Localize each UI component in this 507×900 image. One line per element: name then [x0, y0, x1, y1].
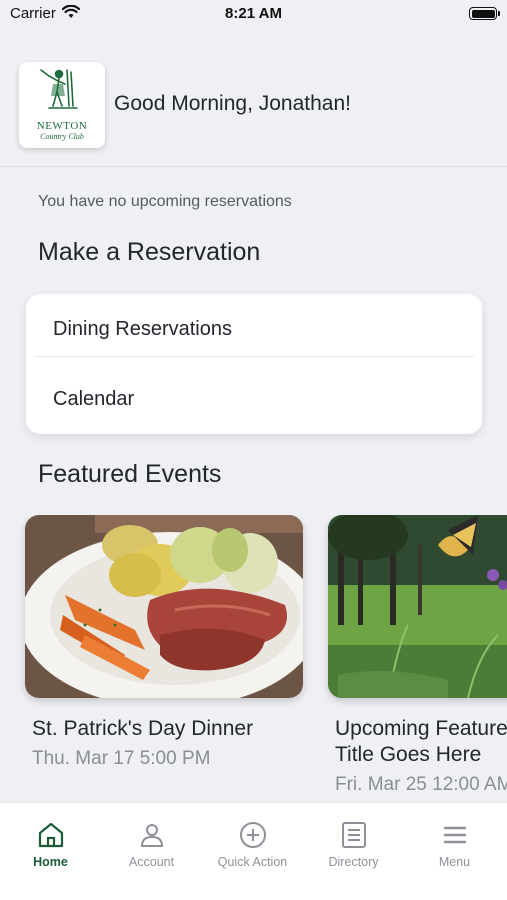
event-date: Thu. Mar 17 5:00 PM	[32, 748, 211, 769]
tab-home[interactable]: Home	[0, 803, 101, 900]
event-card[interactable]: St. Patrick's Day Dinner Thu. Mar 17 5:0…	[25, 515, 305, 770]
make-reservation-title: Make a Reservation	[38, 238, 261, 266]
corned-beef-dinner-image	[25, 515, 303, 698]
battery-icon	[469, 7, 500, 20]
greeting-text: Good Morning, Jonathan!	[114, 92, 351, 115]
person-icon	[141, 824, 163, 847]
golfer-icon	[40, 69, 78, 109]
tab-label: Home	[33, 855, 68, 869]
home-icon	[38, 822, 64, 848]
hamburger-icon	[443, 826, 467, 844]
bottom-tab-bar: Home Account Quick Action Directory Menu	[0, 802, 507, 900]
reservation-options-card: Dining Reservations Calendar	[26, 294, 482, 434]
tab-menu[interactable]: Menu	[404, 803, 505, 900]
tab-label: Account	[128, 855, 175, 869]
tab-label: Quick Action	[217, 855, 288, 869]
logo-line1: NEWTON	[36, 120, 88, 132]
featured-events-carousel[interactable]: St. Patrick's Day Dinner Thu. Mar 17 5:0…	[0, 515, 507, 805]
event-title: Upcoming Featured Event Title Goes Here	[335, 717, 507, 766]
list-icon	[342, 822, 366, 848]
tab-label: Directory	[328, 855, 379, 869]
tab-directory[interactable]: Directory	[303, 803, 404, 900]
dining-reservations-item[interactable]: Dining Reservations	[26, 294, 482, 364]
event-date: Fri. Mar 25 12:00 AM	[335, 774, 507, 795]
event-card[interactable]: Upcoming Featured Event Title Goes Here …	[328, 515, 507, 796]
calendar-item[interactable]: Calendar	[26, 364, 482, 434]
club-logo[interactable]: NEWTON Country Club	[19, 62, 105, 148]
status-time: 8:21 AM	[225, 5, 282, 22]
plus-circle-icon	[240, 822, 266, 848]
event-title: St. Patrick's Day Dinner	[32, 717, 254, 740]
header: NEWTON Country Club Good Morning, Jonath…	[0, 44, 507, 167]
golf-course-image	[328, 515, 507, 698]
tab-label: Menu	[438, 855, 471, 869]
logo-line2: Country Club	[40, 132, 84, 141]
tab-quick-action[interactable]: Quick Action	[202, 803, 303, 900]
divider	[34, 356, 474, 357]
featured-events-title: Featured Events	[38, 460, 222, 488]
no-reservations-message: You have no upcoming reservations	[38, 193, 292, 210]
status-bar: Carrier 8:21 AM	[0, 0, 507, 30]
tab-account[interactable]: Account	[101, 803, 202, 900]
